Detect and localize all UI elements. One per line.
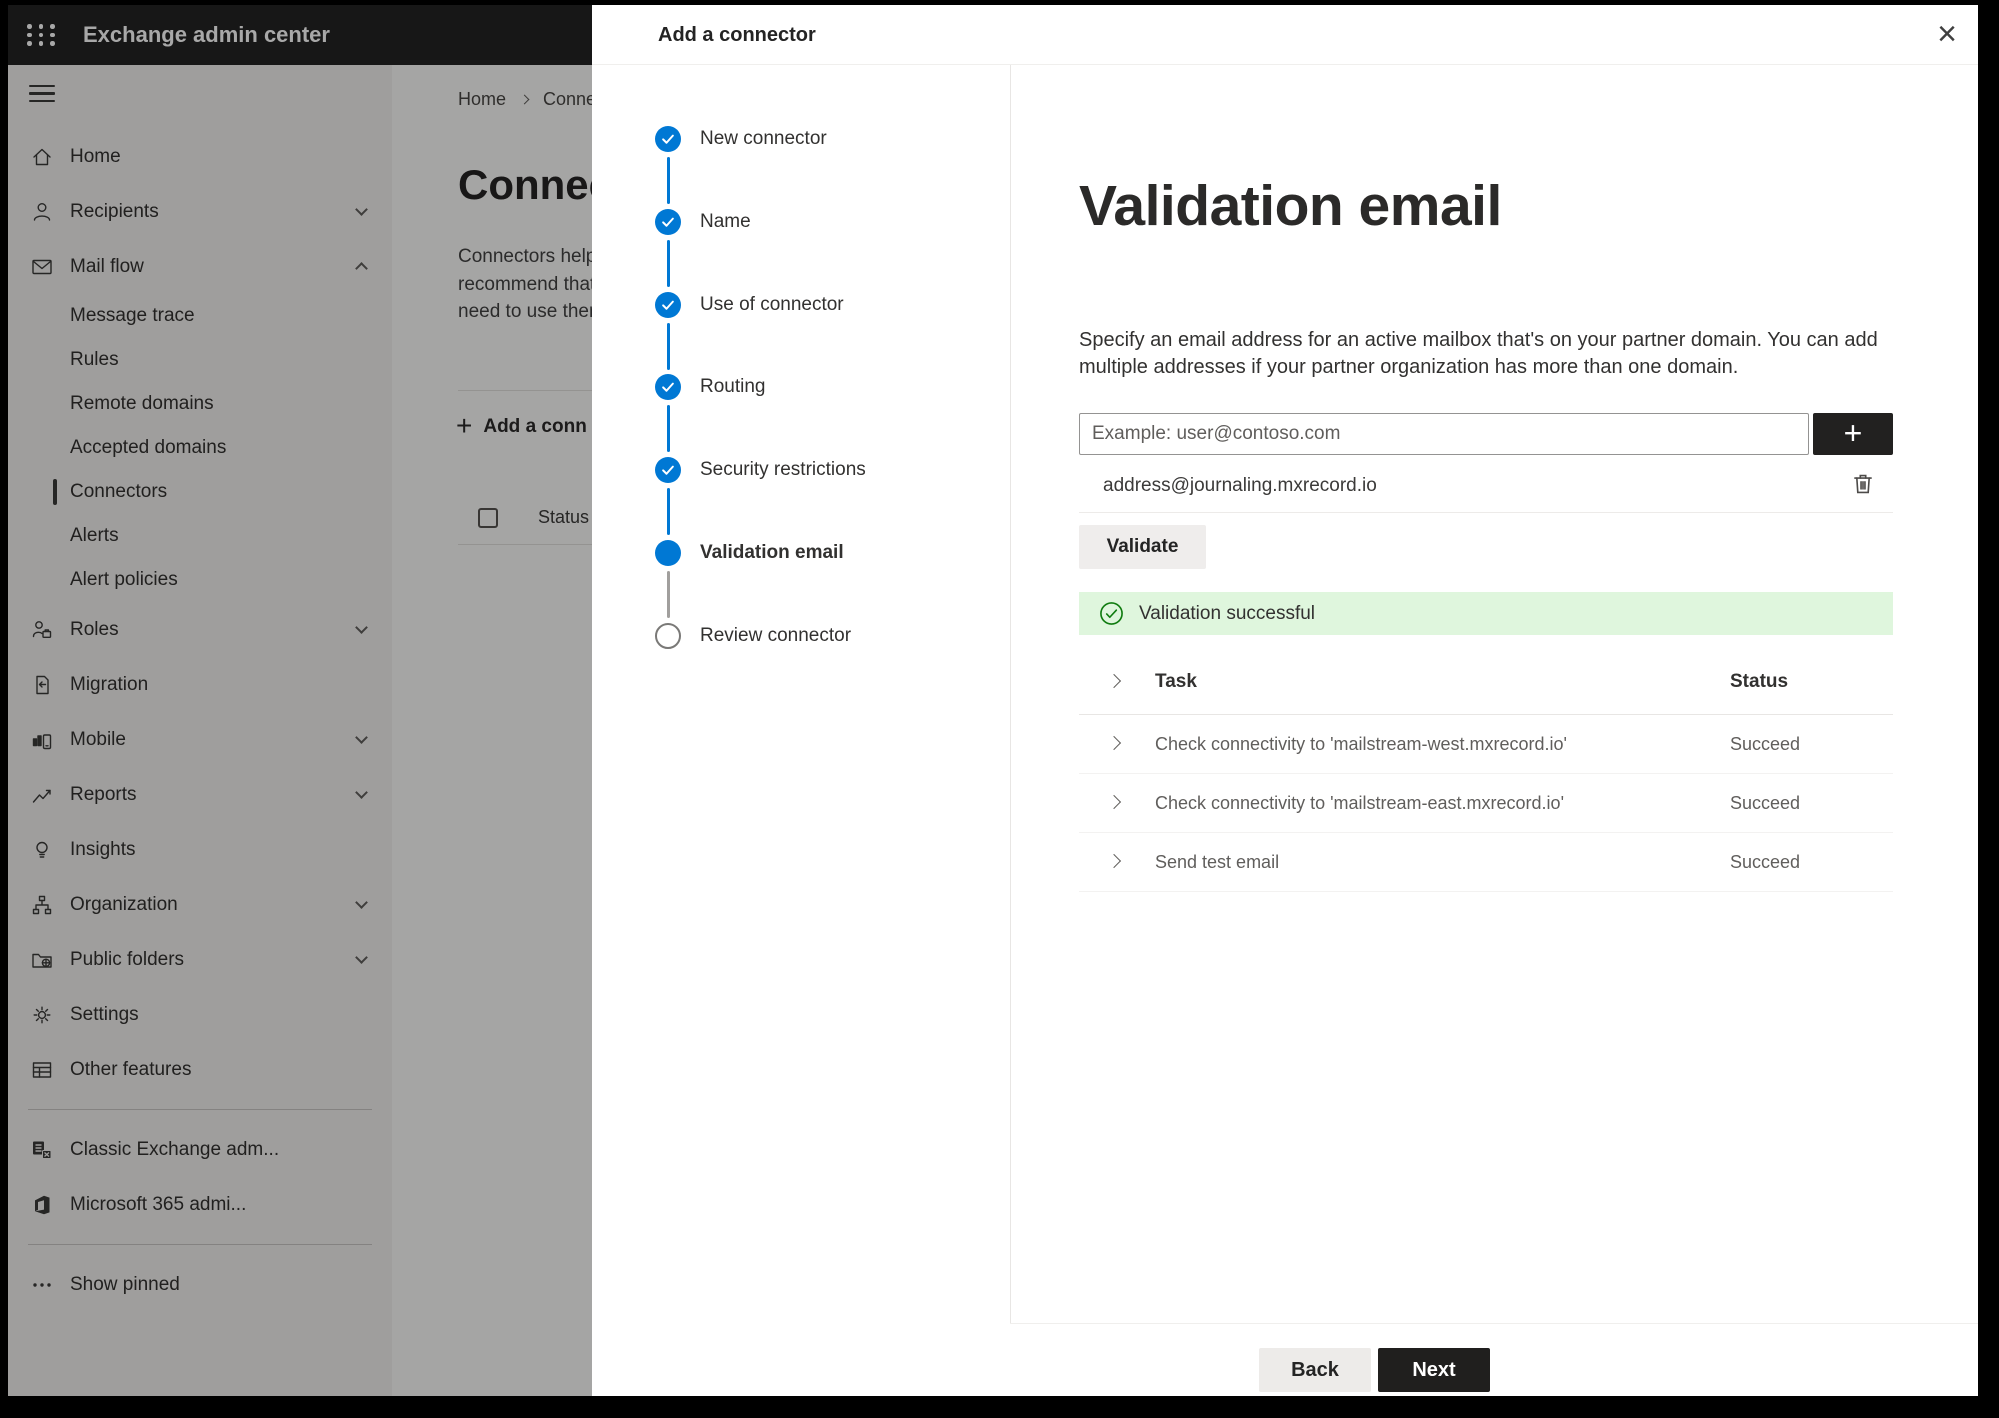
status-cell: Succeed [1730, 733, 1801, 754]
step-label: New connector [700, 128, 827, 149]
delete-address-icon[interactable] [1850, 471, 1876, 497]
step-connector-line [666, 488, 670, 536]
step-state-icon [655, 126, 681, 152]
added-address: address@journaling.mxrecord.io [1103, 475, 1377, 496]
task-cell: Check connectivity to 'mailstream-east.m… [1155, 792, 1565, 813]
step-state-icon [655, 374, 681, 401]
wizard-divider [1010, 65, 1011, 1323]
task-cell: Send test email [1155, 851, 1280, 872]
wizard-step-name[interactable]: Name [592, 208, 1010, 292]
table-row[interactable]: Check connectivity to 'mailstream-east.m… [1079, 774, 1893, 833]
expand-row-chevron-icon[interactable] [1106, 735, 1122, 751]
panel-header: Add a connector × [592, 5, 1978, 65]
validation-results-table: Task Status Check connectivity to 'mails… [1079, 649, 1893, 892]
footer-divider [1010, 1323, 1978, 1324]
step-state-icon [655, 622, 681, 649]
step-connector-line [666, 239, 670, 287]
wizard-step-security-restrictions[interactable]: Security restrictions [592, 457, 1010, 540]
table-row[interactable]: Send test email Succeed [1079, 833, 1893, 892]
wizard-step-routing[interactable]: Routing [592, 374, 1010, 457]
task-cell: Check connectivity to 'mailstream-west.m… [1155, 733, 1567, 754]
wizard-step-validation-email[interactable]: Validation email [592, 539, 1010, 623]
validation-success-banner: Validation successful [1079, 592, 1893, 635]
close-icon[interactable]: × [1928, 15, 1966, 53]
validate-button[interactable]: Validate [1079, 525, 1206, 569]
step-label: Name [700, 210, 751, 232]
add-connector-panel: Add a connector × New connector Name Use… [592, 5, 1978, 1396]
next-button[interactable]: Next [1378, 1348, 1490, 1392]
expand-row-chevron-icon[interactable] [1106, 853, 1122, 869]
step-label: Use of connector [700, 293, 844, 315]
success-message: Validation successful [1139, 602, 1316, 624]
step-state-icon [655, 208, 681, 235]
step-state-icon [655, 539, 681, 566]
task-column-header: Task [1155, 670, 1197, 692]
add-address-button[interactable]: + [1813, 413, 1893, 455]
step-connector-line [666, 570, 670, 618]
screenshot-frame: Exchange admin center Home Recipients Ma… [0, 0, 1999, 1418]
step-heading: Validation email [1079, 174, 1502, 238]
step-label: Routing [700, 376, 766, 398]
address-divider [1079, 512, 1893, 513]
step-connector-line [666, 157, 670, 204]
app-window: Exchange admin center Home Recipients Ma… [8, 5, 1978, 1396]
step-label: Security restrictions [700, 459, 866, 481]
step-label: Review connector [700, 624, 852, 646]
step-connector-line [666, 405, 670, 453]
step-description: Specify an email address for an active m… [1079, 329, 1878, 378]
wizard-step-new-connector[interactable]: New connector [592, 126, 1010, 209]
table-row[interactable]: Check connectivity to 'mailstream-west.m… [1079, 715, 1893, 774]
status-cell: Succeed [1730, 851, 1801, 872]
success-check-icon [1099, 601, 1124, 626]
step-state-icon [655, 457, 681, 484]
step-label: Validation email [700, 541, 844, 563]
modal-overlay [8, 5, 592, 1396]
wizard-step-review-connector[interactable]: Review connector [592, 622, 1010, 706]
wizard-steps: New connector Name Use of connector Rout… [592, 126, 1010, 706]
step-state-icon [655, 291, 681, 318]
expand-row-chevron-icon[interactable] [1106, 794, 1122, 810]
step-connector-line [666, 322, 670, 370]
panel-title: Add a connector [658, 24, 816, 46]
back-button[interactable]: Back [1259, 1348, 1371, 1392]
status-column-header: Status [1730, 670, 1789, 692]
status-cell: Succeed [1730, 792, 1801, 813]
wizard-step-use-of-connector[interactable]: Use of connector [592, 291, 1010, 375]
email-address-input[interactable] [1079, 413, 1809, 455]
table-header-row: Task Status [1079, 649, 1893, 715]
expand-all-chevron-icon[interactable] [1106, 673, 1122, 688]
